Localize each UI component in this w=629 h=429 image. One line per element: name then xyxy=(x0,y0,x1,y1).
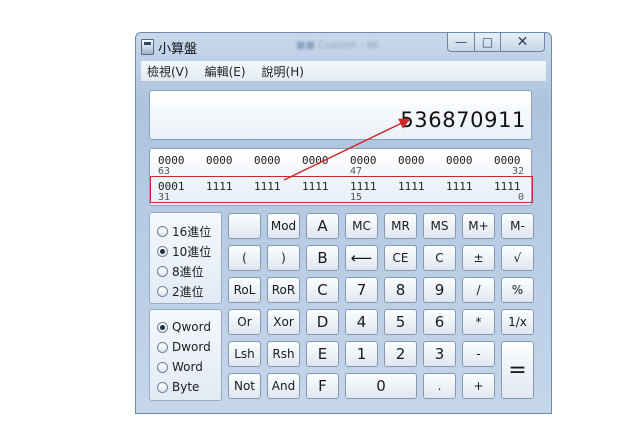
annotation-arrow-icon xyxy=(283,118,411,181)
